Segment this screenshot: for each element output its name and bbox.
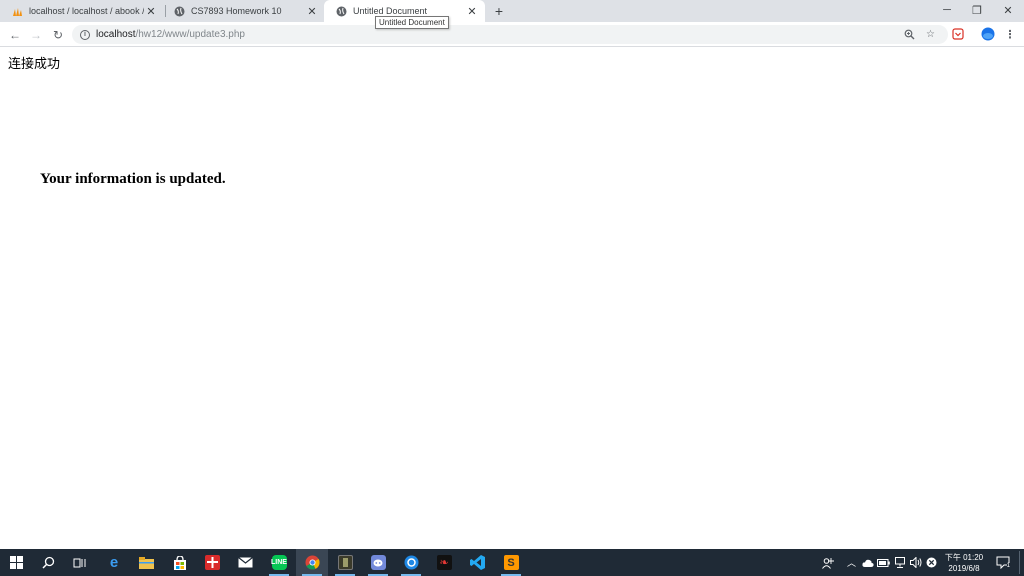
taskbar-clock[interactable]: 下午 01:20 2019/6/8 [940,552,988,574]
taskbar-gift-app[interactable] [196,549,228,576]
folder-icon [138,556,154,569]
volume-icon[interactable] [909,556,922,569]
tab-phpmyadmin[interactable]: localhost / localhost / abook / a ✕ [0,0,164,22]
mail-icon [237,557,253,568]
chrome-icon [305,555,320,570]
red-logo-app-icon: ❧ [436,555,452,570]
forward-button[interactable]: → [27,26,45,44]
taskbar-app-blue[interactable] [395,549,427,576]
browser-toolbar: ← → ↻ i localhost/hw12/www/update3.php ☆… [0,22,1024,47]
taskbar-terminal-app[interactable] [329,549,361,576]
url-host: localhost [96,29,136,40]
cloud-icon[interactable] [861,556,874,569]
clock-date: 2019/6/8 [948,564,980,573]
phpmyadmin-icon [12,6,23,17]
task-view-button[interactable] [64,549,96,576]
store-icon [174,555,186,570]
connection-message: 连接成功 [8,57,61,72]
minimize-button[interactable]: ─ [932,0,962,20]
taskbar-line[interactable]: LINE [263,549,295,576]
address-bar[interactable]: i localhost/hw12/www/update3.php ☆ [72,25,948,44]
taskbar: e LINE ❧ S ︿ 下午 01:20 2019/6/8 1 [0,549,1024,576]
clock-time: 下午 01:20 [944,553,984,562]
taskbar-app-red[interactable]: ❧ [428,549,460,576]
taskbar-edge[interactable]: e [98,549,130,576]
taskbar-store[interactable] [164,549,196,576]
search-button[interactable] [32,549,64,576]
new-tab-button[interactable]: + [491,3,507,19]
pocket-extension-icon[interactable] [951,27,965,41]
menu-icon[interactable]: ⋮ [1003,27,1017,41]
notification-center-button[interactable]: 1 [995,555,1011,570]
tab-title: CS7893 Homework 10 [191,6,282,16]
tab-tooltip: Untitled Document [375,16,449,29]
blue-circle-app-icon [404,555,418,570]
search-icon [41,556,54,569]
chevron-up-icon[interactable]: ︿ [845,556,858,569]
terminal-app-icon [337,555,353,570]
tab-title: localhost / localhost / abook / a [29,6,144,16]
close-window-button[interactable]: ✕ [993,0,1023,20]
zoom-icon[interactable] [903,28,916,41]
taskbar-file-explorer[interactable] [130,549,162,576]
tab-title: Untitled Document [353,6,428,16]
edge-icon: e [109,554,119,571]
close-icon[interactable]: ✕ [465,4,479,18]
task-view-icon [73,558,86,567]
windows-icon [9,556,23,569]
show-desktop-button[interactable] [1019,551,1020,574]
close-icon[interactable]: ✕ [144,4,158,18]
network-icon[interactable] [893,556,906,569]
back-button[interactable]: ← [6,26,24,44]
taskbar-mail[interactable] [229,549,261,576]
notification-count: 1 [1006,563,1010,570]
reload-button[interactable]: ↻ [49,26,67,44]
taskbar-sublime[interactable]: S [495,549,527,576]
battery-icon[interactable] [877,556,890,569]
taskbar-discord[interactable] [362,549,394,576]
taskbar-vscode[interactable] [461,549,493,576]
page-content: 连接成功 Your information is updated. [0,48,1024,549]
close-icon[interactable]: ✕ [305,4,319,18]
taskbar-chrome[interactable] [296,549,328,576]
discord-icon [370,555,386,570]
restore-button[interactable]: ❐ [962,0,992,20]
info-icon[interactable]: i [80,29,90,40]
gift-icon [204,555,220,570]
update-message: Your information is updated. [40,171,226,187]
tab-homework[interactable]: CS7893 Homework 10 ✕ [162,0,325,22]
bookmark-star-icon[interactable]: ☆ [924,28,937,41]
profile-avatar[interactable] [981,27,995,41]
globe-icon [336,6,347,17]
tab-strip: localhost / localhost / abook / a ✕ CS78… [0,0,1024,22]
globe-icon [174,6,185,17]
start-button[interactable] [0,549,32,576]
people-icon[interactable] [822,556,835,569]
sublime-icon: S [503,555,519,570]
line-app-icon: LINE [271,555,287,570]
vscode-icon [469,555,485,570]
url-path: /hw12/www/update3.php [135,29,245,40]
blocked-status-icon[interactable] [925,556,938,569]
